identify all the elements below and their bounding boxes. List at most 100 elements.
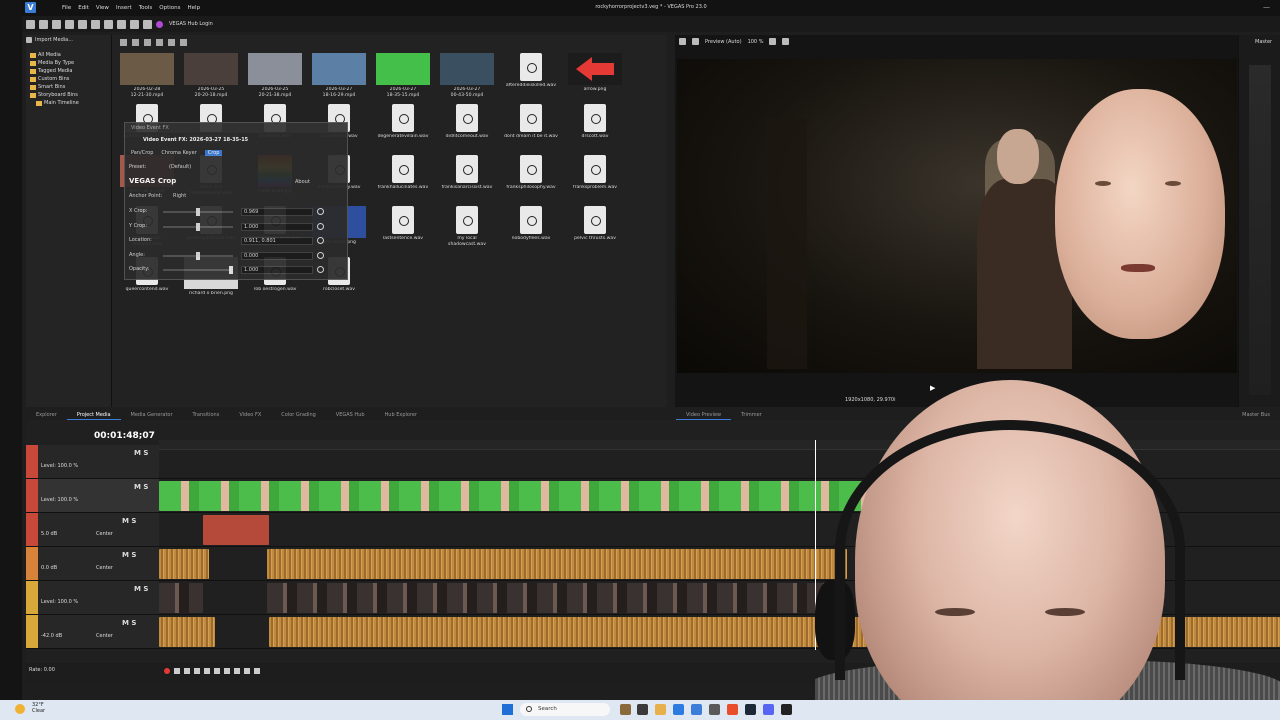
animate-icon[interactable] [317,222,324,230]
tree-item[interactable]: All Media [30,51,79,59]
fx-slider-knob[interactable] [229,266,233,274]
tree-item[interactable]: Custom Bins [30,75,79,83]
timeline-clip[interactable] [159,549,209,579]
media-item[interactable]: frankisanarcissist.wav [436,155,498,203]
timeline-clip[interactable] [267,583,847,613]
tree-item[interactable]: Smart Bins [30,83,79,91]
media-item[interactable]: didntcomeout.wav [436,104,498,152]
track-header[interactable]: M S Level: 100.0 % [26,445,159,479]
tab-media-generator[interactable]: Media Generator [121,410,183,420]
timeline-clip[interactable] [159,617,215,647]
mute-solo-buttons[interactable]: M S [134,483,148,491]
brave-icon[interactable] [727,704,738,715]
tree-item[interactable]: Storyboard Bins [30,91,79,99]
track-header[interactable]: M S 0.0 dB Center [26,547,159,581]
fx-chain-crop[interactable]: Crop [204,150,223,156]
preview-settings-icon[interactable] [679,38,686,45]
tab-hub-explorer[interactable]: Hub Explorer [375,410,428,420]
preview-fx-icon[interactable] [692,38,699,45]
fx-slider-knob[interactable] [196,208,200,216]
mute-solo-buttons[interactable]: M S [122,619,136,627]
windows-start-icon[interactable] [502,704,513,715]
loop-icon[interactable] [174,668,180,674]
media-item[interactable]: aftereddieiskilled.wav [500,53,562,101]
media-item[interactable]: 2026-03-27 18-35-15.mp4 [372,53,434,101]
taskbar-app-icon[interactable] [637,704,648,715]
preview-quality-dropdown[interactable]: Preview (Auto) [705,39,742,45]
play-media-icon[interactable] [144,38,151,46]
undo-icon[interactable] [130,19,139,29]
record-icon[interactable] [164,668,170,674]
new-project-icon[interactable] [26,19,35,29]
task-view-icon[interactable] [620,704,631,715]
fx-slider-knob[interactable] [196,251,200,260]
tab-trimmer[interactable]: Trimmer [731,410,772,420]
vegas-hub-icon[interactable] [156,20,163,28]
tree-item[interactable]: Main Timeline [30,99,79,107]
track-pan[interactable]: Center [96,531,113,537]
track-pan[interactable]: Center [96,565,113,571]
tab-explorer[interactable]: Explorer [26,410,67,420]
fx-param-slider[interactable] [163,251,233,260]
media-item[interactable]: franksphilosophy.wav [500,155,562,203]
media-item[interactable]: pelvic thrusts.wav [564,206,626,254]
media-item[interactable]: drscott.wav [564,104,626,152]
tab-vegas-hub[interactable]: VEGAS Hub [326,410,375,420]
tree-item[interactable]: Media By Type [30,59,79,67]
tab-transitions[interactable]: Transitions [183,410,230,420]
go-to-end-icon[interactable] [234,668,240,674]
preview-zoom-dropdown[interactable]: 100 % [748,39,764,45]
media-fx-icon[interactable] [132,38,139,46]
mute-solo-buttons[interactable]: M S [134,449,148,457]
fx-param-slider[interactable] [163,266,233,274]
play-icon[interactable] [194,668,200,674]
open-icon[interactable] [39,19,48,29]
timeline-clip[interactable] [159,583,203,613]
media-item[interactable]: franksproblem.wav [564,155,626,203]
tree-item[interactable]: Tagged Media [30,67,79,75]
taskbar-app-gray-icon[interactable] [709,704,720,715]
vegas-taskbar-icon[interactable] [781,704,792,715]
media-item[interactable]: 2026-03-27 00-43-50.mp4 [436,53,498,101]
timeline-clip[interactable] [159,481,879,511]
mute-solo-buttons[interactable]: M S [134,585,148,593]
media-item[interactable]: arrow.png [564,53,626,101]
animate-icon[interactable] [317,208,324,215]
media-item[interactable]: degeneratevillain.wav [372,104,434,152]
cut-icon[interactable] [91,19,100,29]
media-item[interactable]: 2026-03-25 20-20-18.mp4 [180,53,242,101]
mute-solo-buttons[interactable]: M S [122,551,136,559]
prev-frame-icon[interactable] [244,668,250,674]
track-level[interactable]: Level: 100.0 % [41,497,78,503]
track-header[interactable]: M S Level: 100.0 % [26,581,159,615]
timeline-clip[interactable] [203,515,269,545]
animate-icon[interactable] [317,237,324,244]
fx-param-value[interactable]: 0.969 [241,208,313,216]
fx-param-slider[interactable] [163,222,233,231]
fx-slider-knob[interactable] [196,222,200,231]
fx-param-value[interactable]: 0.911, 0.801 [241,237,313,245]
pause-icon[interactable] [204,668,210,674]
fx-param-value[interactable]: 1.000 [241,222,313,231]
about-button[interactable]: About [295,179,310,185]
track-level[interactable]: Level: 100.0 % [41,599,78,605]
delete-media-icon[interactable] [120,38,127,46]
fx-param-slider[interactable] [163,208,233,216]
redo-icon[interactable] [143,19,152,29]
media-item[interactable]: 2026-03-25 20-21-38.mp4 [244,53,306,101]
track-header[interactable]: M S Level: 100.0 % [26,479,159,513]
track-level[interactable]: -42.0 dB [41,633,62,639]
track-level[interactable]: 0.0 dB [41,565,57,571]
fx-param-value[interactable]: 1.000 [241,266,313,274]
tab-video-fx[interactable]: Video FX [229,410,271,420]
animate-icon[interactable] [317,251,324,259]
media-item[interactable]: my local shadowcast.wav [436,206,498,254]
weather-widget[interactable]: 32°F Clear [32,702,45,714]
media-item[interactable]: dont dream it be it.wav [500,104,562,152]
track-level[interactable]: 5.0 dB [41,531,57,537]
edge-icon[interactable] [673,704,684,715]
media-item[interactable]: lastsentence.wav [372,206,434,254]
weather-sun-icon[interactable] [15,704,25,714]
track-level[interactable]: Level: 100.0 % [41,463,78,469]
fx-param-value[interactable]: 0.000 [241,251,313,260]
